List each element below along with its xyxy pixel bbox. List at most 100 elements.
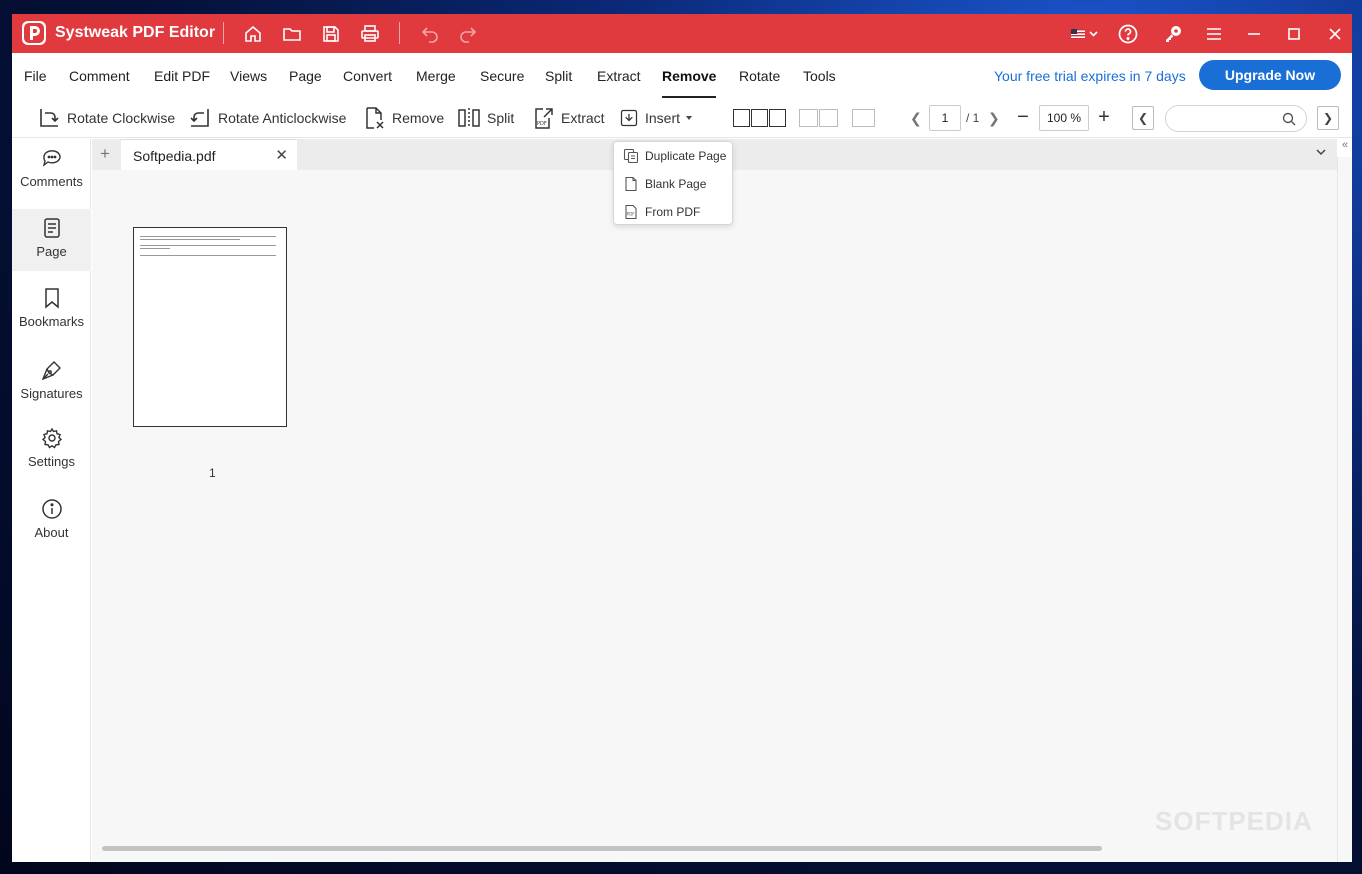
caret-down-icon xyxy=(686,116,693,120)
search-input[interactable] xyxy=(1165,105,1307,132)
search-next-icon[interactable]: ❯ xyxy=(1317,106,1339,130)
insert-label: Insert xyxy=(645,110,681,126)
print-icon[interactable] xyxy=(357,21,383,47)
page-number-input[interactable]: 1 xyxy=(929,105,961,131)
right-panel-edge xyxy=(1337,157,1352,862)
from-pdf-label: From PDF xyxy=(645,205,701,219)
tab-close-icon[interactable]: ✕ xyxy=(275,146,288,164)
rotate-anticlockwise-icon xyxy=(190,109,209,127)
next-page-icon[interactable]: ❯ xyxy=(988,110,1000,127)
help-icon[interactable] xyxy=(1115,21,1141,47)
extract-button[interactable]: PDF Extract xyxy=(531,105,605,131)
add-tab-icon[interactable]: + xyxy=(100,144,110,164)
sidebar-label-signatures: Signatures xyxy=(20,386,83,401)
insert-page-icon xyxy=(620,109,638,127)
chevron-down-icon[interactable] xyxy=(1315,146,1327,158)
zoom-in-icon[interactable]: + xyxy=(1094,104,1114,130)
page-thumbnail[interactable] xyxy=(133,227,287,427)
menu-comment[interactable]: Comment xyxy=(69,68,130,84)
menu-rotate[interactable]: Rotate xyxy=(739,68,780,84)
undo-icon[interactable] xyxy=(417,21,443,47)
menu-remove[interactable]: Remove xyxy=(662,68,716,84)
insert-from-pdf[interactable]: PDF From PDF xyxy=(614,198,734,226)
maximize-icon[interactable] xyxy=(1281,21,1307,47)
app-title: Systweak PDF Editor xyxy=(55,24,216,41)
extract-icon: PDF xyxy=(535,108,553,129)
rotate-clockwise-icon xyxy=(40,109,59,127)
sidebar-label-comments: Comments xyxy=(20,174,83,189)
menu-edit-pdf[interactable]: Edit PDF xyxy=(154,68,210,84)
separator xyxy=(223,22,224,44)
folder-icon[interactable] xyxy=(279,21,305,47)
search-icon xyxy=(1282,112,1296,126)
sidebar-item-signatures[interactable]: Signatures xyxy=(12,351,91,413)
document-content-area: 1 xyxy=(92,170,1337,862)
upgrade-now-button[interactable]: Upgrade Now xyxy=(1199,60,1341,90)
sidebar-item-about[interactable]: About xyxy=(12,490,91,552)
menu-split[interactable]: Split xyxy=(545,68,572,84)
three-page-view-icon[interactable] xyxy=(733,109,786,127)
sidebar-label-settings: Settings xyxy=(28,454,75,469)
remove-label: Remove xyxy=(392,110,445,126)
menu-convert[interactable]: Convert xyxy=(343,68,392,84)
close-icon[interactable] xyxy=(1322,21,1348,47)
menu-icon[interactable] xyxy=(1201,21,1227,47)
home-icon[interactable] xyxy=(240,21,266,47)
single-page-view-icon[interactable] xyxy=(852,109,875,127)
title-bar: Systweak PDF Editor xyxy=(12,14,1352,53)
insert-button[interactable]: Insert xyxy=(619,105,700,131)
app-logo-icon xyxy=(22,21,46,45)
rotate-clockwise-button[interactable]: Rotate Clockwise xyxy=(37,105,175,131)
menu-tools[interactable]: Tools xyxy=(803,68,836,84)
menu-extract[interactable]: Extract xyxy=(597,68,641,84)
thumbnail-page-number: 1 xyxy=(209,466,216,480)
flag-icon[interactable] xyxy=(1067,21,1103,47)
insert-duplicate-page[interactable]: Duplicate Page xyxy=(614,142,734,170)
zoom-out-icon[interactable]: − xyxy=(1013,104,1033,130)
horizontal-scrollbar[interactable] xyxy=(102,846,1102,851)
info-icon xyxy=(41,499,62,519)
menu-secure[interactable]: Secure xyxy=(480,68,524,84)
sidebar-item-bookmarks[interactable]: Bookmarks xyxy=(12,279,91,341)
trial-notice[interactable]: Your free trial expires in 7 days xyxy=(994,68,1186,84)
redo-icon[interactable] xyxy=(455,21,481,47)
separator xyxy=(399,22,400,44)
menu-file[interactable]: File xyxy=(24,68,47,84)
rotate-anticlockwise-button[interactable]: Rotate Anticlockwise xyxy=(188,105,346,131)
blank-page-icon xyxy=(625,176,637,192)
svg-text:PDF: PDF xyxy=(537,121,547,127)
two-page-view-icon[interactable] xyxy=(799,109,838,127)
collapse-panel-icon[interactable]: « xyxy=(1338,139,1352,157)
previous-page-icon[interactable]: ❮ xyxy=(910,110,922,127)
bookmark-icon xyxy=(44,288,59,309)
sidebar-item-comments[interactable]: Comments xyxy=(12,139,91,201)
page-total: / 1 xyxy=(966,111,980,125)
tab-softpedia-pdf[interactable]: Softpedia.pdf ✕ xyxy=(121,139,297,170)
sidebar-item-settings[interactable]: Settings xyxy=(12,419,91,481)
sidebar-item-page[interactable]: Page xyxy=(12,209,91,271)
rotate-anticlockwise-label: Rotate Anticlockwise xyxy=(218,110,347,126)
menu-page[interactable]: Page xyxy=(289,68,322,84)
pdf-file-icon: PDF xyxy=(625,204,637,220)
minimize-icon[interactable] xyxy=(1241,21,1267,47)
softpedia-watermark: SOFTPEDIA xyxy=(1155,806,1313,836)
sidebar-label-bookmarks: Bookmarks xyxy=(18,314,85,329)
remove-button[interactable]: Remove xyxy=(362,105,444,131)
page-icon xyxy=(43,218,60,238)
search-previous-icon[interactable]: ❮ xyxy=(1132,106,1154,130)
zoom-level-input[interactable]: 100 % xyxy=(1039,105,1089,131)
insert-blank-page[interactable]: Blank Page xyxy=(614,170,734,198)
app-window: Systweak PDF Editor File Comment Edit PD… xyxy=(12,14,1352,862)
split-button[interactable]: Split xyxy=(457,105,514,131)
duplicate-page-icon xyxy=(623,148,639,164)
svg-text:PDF: PDF xyxy=(627,212,635,217)
sidebar-label-page: Page xyxy=(36,244,67,259)
key-icon[interactable] xyxy=(1160,21,1186,47)
gear-icon xyxy=(41,427,62,449)
blank-page-label: Blank Page xyxy=(645,177,707,191)
menu-bar: File Comment Edit PDF Views Page Convert… xyxy=(12,53,1352,98)
menu-merge[interactable]: Merge xyxy=(416,68,456,84)
save-icon[interactable] xyxy=(318,21,344,47)
left-sidebar: Comments Page Bookmarks Signatures Setti… xyxy=(12,139,91,862)
menu-views[interactable]: Views xyxy=(230,68,267,84)
